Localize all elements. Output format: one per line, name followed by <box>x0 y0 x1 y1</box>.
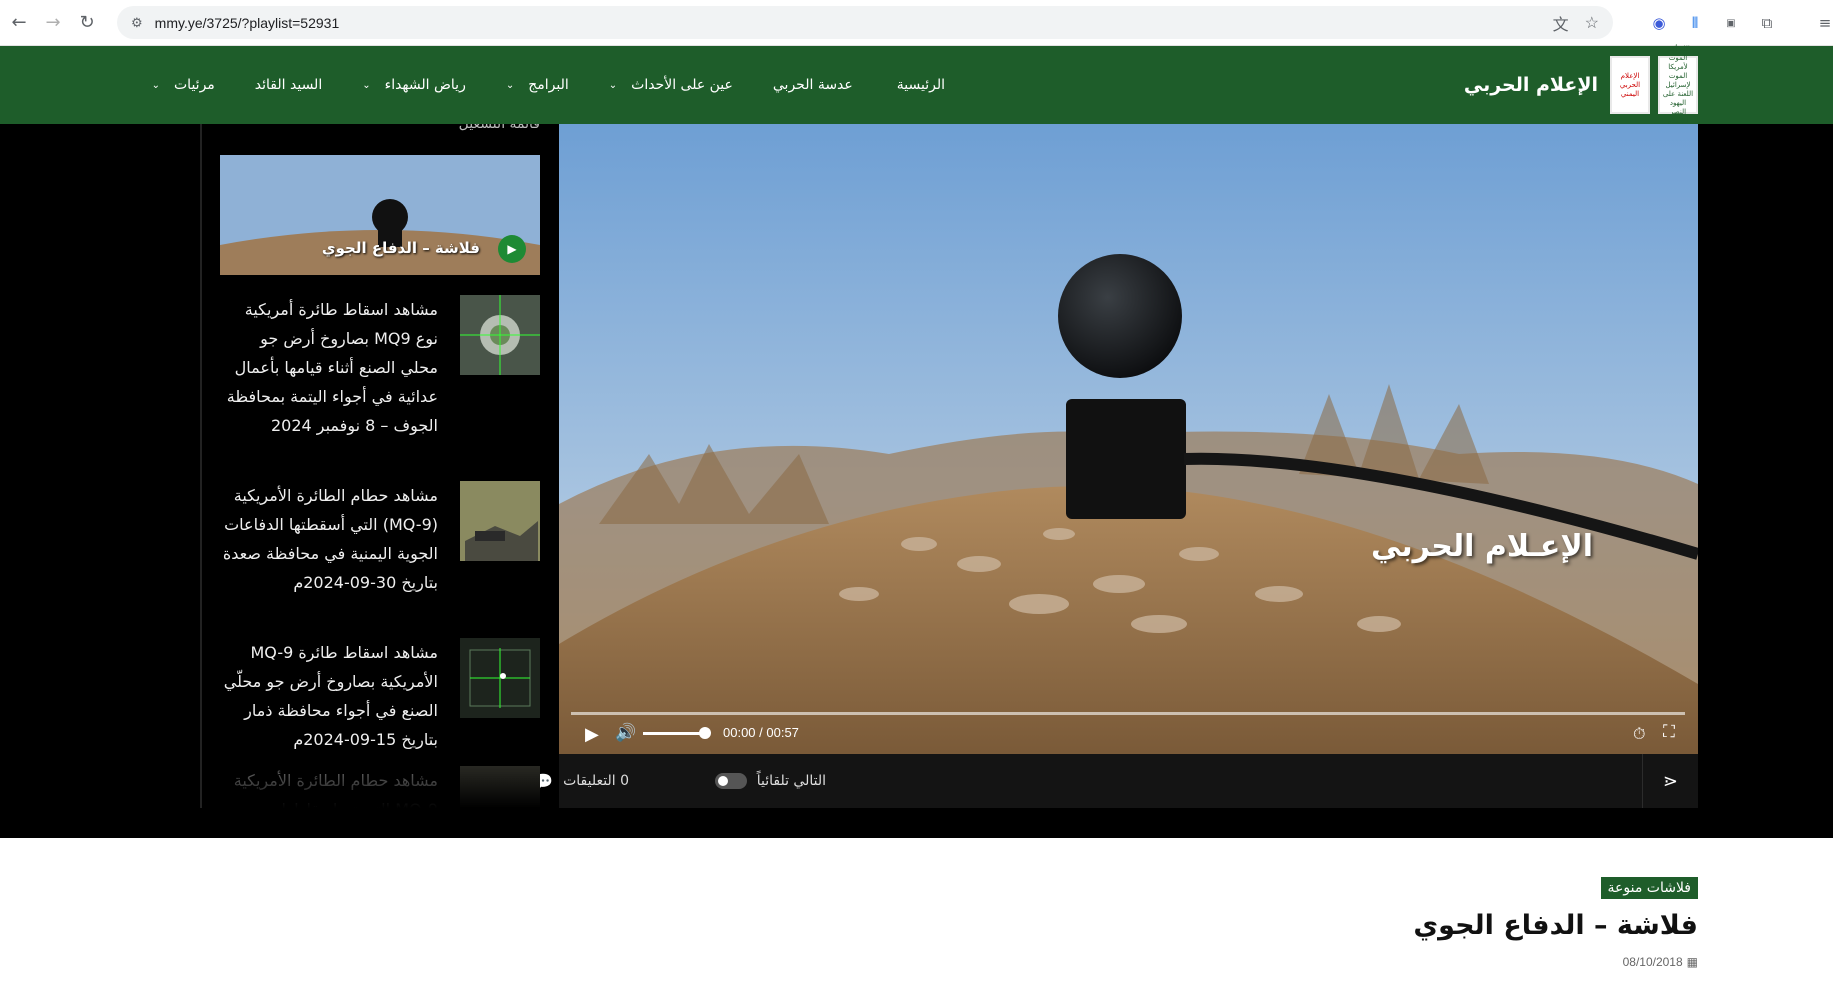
post-date: 08/10/2018 ▦ <box>1623 955 1698 969</box>
playlist-featured-item[interactable]: ▶ فلاشة – الدفاع الجوي <box>220 155 540 275</box>
nav-label: السيد القائد <box>254 77 323 93</box>
extension-video-icon[interactable]: ▣ <box>1720 18 1742 29</box>
play-icon[interactable]: ▶ <box>585 724 599 745</box>
reload-icon[interactable]: ↻ <box>72 8 102 38</box>
nav-item-martyrs[interactable]: رياض الشهداء ⌄ <box>362 77 466 93</box>
playlist-item-title: مشاهد حطام الطائرة الأمريكية MQ-9 التي ت… <box>233 771 438 808</box>
player-actions-bar: ⋖ التالي تلقائياً 0 التعليقات 💬 <box>533 754 1698 808</box>
browser-toolbar: ← → ↻ ⚙ mmy.ye/3725/?playlist=52931 文 ☆ … <box>0 0 1833 46</box>
date-value: 08/10/2018 <box>1622 955 1683 969</box>
featured-thumbnail <box>220 155 540 275</box>
nav-label: عدسة الحربي <box>772 77 853 93</box>
chevron-down-icon: ⌄ <box>151 79 160 91</box>
fullscreen-icon[interactable]: ⛶ <box>1663 722 1675 742</box>
nav-item-leader[interactable]: السيد القائد <box>255 77 322 93</box>
playlist-thumbnail <box>460 638 540 718</box>
menu-icon[interactable]: ≡ <box>1814 14 1833 32</box>
chevron-down-icon: ⌄ <box>362 79 371 91</box>
video-player[interactable]: الإعـلام الحربي ▶ 🔊 00:00 / 00:57 ⏱ ⛶ <box>559 124 1698 754</box>
playlist-header: قائمة التشغيل <box>458 124 540 132</box>
share-icon[interactable]: ⋖ <box>1642 754 1698 808</box>
playlist-item[interactable]: مشاهد حطام الطائرة الأمريكية MQ-9 التي ت… <box>220 766 540 808</box>
playlist-item[interactable]: مشاهد اسقاط طائرة MQ-9 الأمريكية بصاروخ … <box>220 638 540 754</box>
playlist-item[interactable]: مشاهد اسقاط طائرة أمريكية نوع MQ9 بصاروخ… <box>220 295 540 440</box>
nav-item-events[interactable]: عين على الأحداث ⌄ <box>609 77 733 93</box>
nav-item-lens[interactable]: عدسة الحربي <box>773 77 853 93</box>
volume-icon[interactable]: 🔊 <box>615 723 636 743</box>
chevron-down-icon: ⌄ <box>608 79 618 91</box>
nav-item-programs[interactable]: البرامج ⌄ <box>506 77 569 93</box>
chevron-down-icon: ⌄ <box>505 79 515 91</box>
video-watermark: الإعـلام الحربي <box>1371 529 1594 564</box>
emblem-text: الإعلام الحربي اليمني <box>1619 71 1641 98</box>
volume-slider[interactable] <box>643 732 705 735</box>
comments-link[interactable]: 0 التعليقات 💬 <box>533 754 629 808</box>
nav-label: البرامج <box>528 77 569 93</box>
site-logo[interactable]: الله أكبر الموت لأمريكا الموت لإسرائيل ا… <box>1463 45 1698 125</box>
category-badge[interactable]: فلاشات منوعة <box>1600 877 1698 899</box>
play-icon[interactable]: ▶ <box>498 235 526 263</box>
nav-label: مرئيات <box>174 77 215 93</box>
playlist-thumbnail <box>460 766 540 808</box>
playlist-item-title: مشاهد اسقاط طائرة أمريكية نوع MQ9 بصاروخ… <box>226 300 438 435</box>
forward-icon[interactable]: → <box>38 8 68 38</box>
site-name: الإعلام الحربي <box>1463 74 1598 96</box>
playlist-item-title: مشاهد اسقاط طائرة MQ-9 الأمريكية بصاروخ … <box>223 643 438 749</box>
comments-label: 0 التعليقات <box>563 773 629 789</box>
nav-label: رياض الشهداء <box>384 77 466 93</box>
nav-label: عين على الأحداث <box>631 77 733 93</box>
main-navigation: الرئيسية عدسة الحربي عين على الأحداث ⌄ ال… <box>152 46 945 124</box>
playlist-thumbnail <box>460 481 540 561</box>
address-bar[interactable]: ⚙ mmy.ye/3725/?playlist=52931 文 ☆ <box>117 6 1613 39</box>
playlist-sidebar[interactable]: قائمة التشغيل ▶ فلاشة – الدفاع الجوي مشا… <box>200 124 540 808</box>
playlist-item-title: مشاهد حطام الطائرة الأمريكية (MQ-9) التي… <box>222 486 438 592</box>
video-frame <box>559 124 1698 754</box>
extensions-puzzle-icon[interactable]: ⧉ <box>1756 14 1778 32</box>
playback-speed-icon[interactable]: ⏱ <box>1633 724 1645 744</box>
video-progress-bar[interactable] <box>571 712 1685 715</box>
slogan-text: الله أكبر الموت لأمريكا الموت لإسرائيل ا… <box>1662 44 1694 125</box>
post-title: فلاشة – الدفاع الجوي <box>1413 910 1698 941</box>
video-time: 00:00 / 00:57 <box>723 725 799 740</box>
featured-title: فلاشة – الدفاع الجوي <box>321 239 480 257</box>
back-icon[interactable]: ← <box>4 8 34 38</box>
translate-icon[interactable]: 文 <box>1553 11 1569 35</box>
autoplay-label: التالي تلقائياً <box>756 773 826 789</box>
extension-bars-icon[interactable]: ⦀ <box>1684 14 1706 32</box>
playlist-item[interactable]: مشاهد حطام الطائرة الأمريكية (MQ-9) التي… <box>220 481 540 597</box>
autoplay-toggle[interactable] <box>714 773 747 789</box>
extension-shield-icon[interactable]: ◉ <box>1648 14 1670 32</box>
nav-item-home[interactable]: الرئيسية <box>897 77 945 93</box>
playlist-thumbnail <box>460 295 540 375</box>
site-header: الله أكبر الموت لأمريكا الموت لإسرائيل ا… <box>0 45 1833 125</box>
calendar-icon: ▦ <box>1686 955 1698 969</box>
emblem-logo-box: الإعلام الحربي اليمني <box>1610 56 1650 114</box>
site-info-icon[interactable]: ⚙ <box>131 15 143 31</box>
url-text: mmy.ye/3725/?playlist=52931 <box>154 14 340 31</box>
slogan-logo-box: الله أكبر الموت لأمريكا الموت لإسرائيل ا… <box>1658 45 1698 125</box>
nav-item-visuals[interactable]: مرئيات ⌄ <box>152 77 215 93</box>
nav-label: الرئيسية <box>896 77 945 93</box>
bookmark-star-icon[interactable]: ☆ <box>1585 13 1599 33</box>
volume-slider-handle[interactable] <box>699 727 711 739</box>
autoplay-control[interactable]: التالي تلقائياً <box>714 754 826 808</box>
